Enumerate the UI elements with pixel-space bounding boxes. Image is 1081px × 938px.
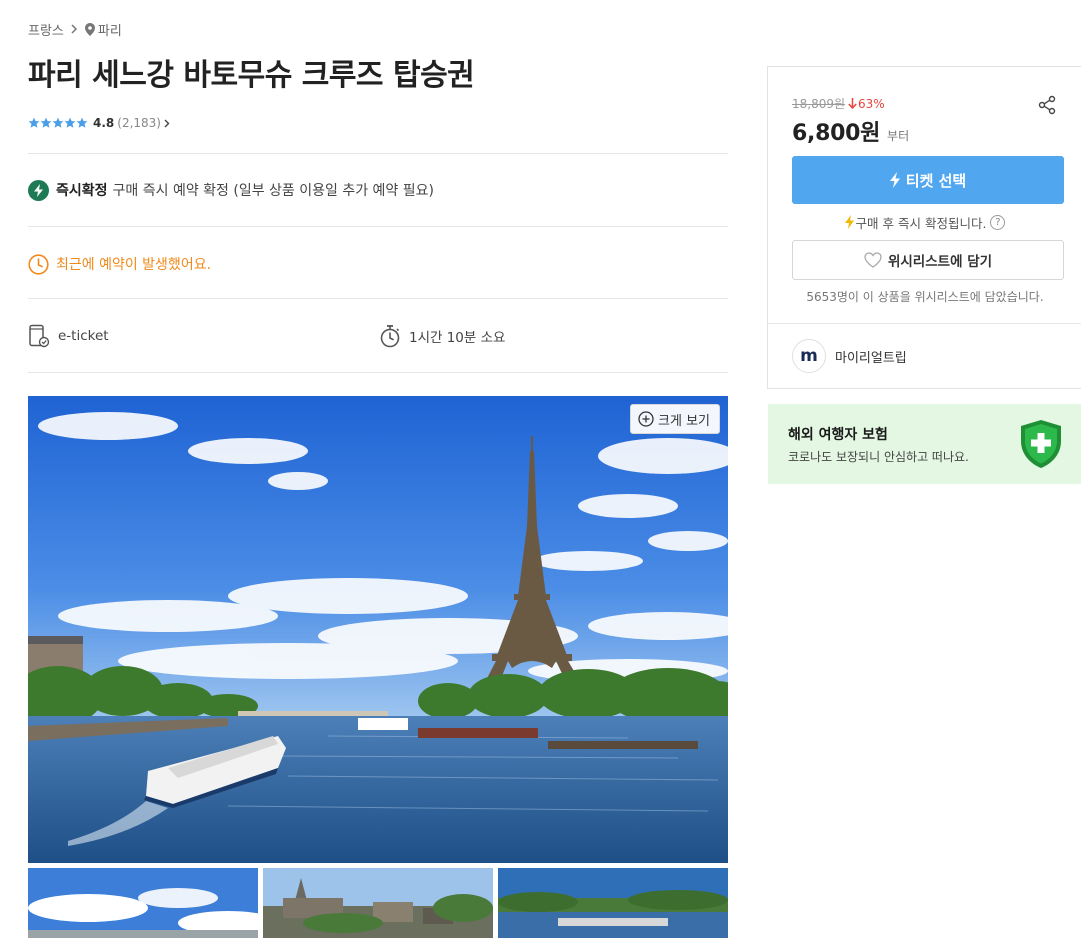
heart-icon — [864, 252, 882, 268]
insurance-subtitle: 코로나도 보장되니 안심하고 떠나요. — [788, 450, 969, 464]
clock-icon — [28, 253, 49, 275]
instant-confirm-note-text: 구매 후 즉시 확정됩니다. — [855, 215, 987, 231]
map-pin-icon — [84, 22, 95, 36]
zoom-button[interactable]: 크게 보기 — [630, 404, 720, 434]
divider — [28, 372, 728, 373]
recent-booking-text: 최근에 예약이 발생했어요. — [56, 257, 212, 273]
insurance-title: 해외 여행자 보험 — [788, 427, 888, 443]
select-ticket-button[interactable]: 티켓 선택 — [792, 156, 1064, 204]
original-price: 18,809원 — [792, 97, 846, 111]
add-to-wishlist-button[interactable]: 위시리스트에 담기 — [792, 240, 1064, 280]
seller-link[interactable]: m 마이리얼트립 — [792, 339, 907, 373]
instant-confirm-desc: 구매 즉시 예약 확정 (일부 상품 이용일 추가 예약 필요) — [112, 183, 434, 199]
mobile-ticket-icon — [28, 324, 50, 348]
add-to-wishlist-label: 위시리스트에 담기 — [887, 254, 993, 270]
star-icon — [64, 117, 76, 128]
photo-eiffel-seine-cruise — [28, 396, 728, 863]
breadcrumb-country[interactable]: 프랑스 — [28, 20, 64, 39]
bolt-icon — [28, 179, 49, 201]
photo-thumbnail — [498, 868, 728, 938]
thumbnail-3[interactable] — [498, 868, 728, 938]
instant-confirm-note: 구매 후 즉시 확정됩니다. ? — [768, 212, 1081, 232]
rating-summary[interactable]: 4.8 (2,183) — [28, 114, 170, 132]
bolt-icon — [844, 215, 854, 229]
ticket-type-text: e-ticket — [58, 328, 109, 344]
recent-booking-notice: 최근에 예약이 발생했어요. — [28, 252, 211, 276]
rating-score: 4.8 — [93, 116, 115, 130]
seller-name: 마이리얼트립 — [835, 350, 907, 366]
shield-plus-icon — [1019, 419, 1063, 473]
page-title: 파리 세느강 바토무슈 크루즈 탑승권 — [28, 58, 475, 93]
plus-circle-icon — [638, 411, 654, 427]
instant-confirm-label: 즉시확정 — [56, 183, 108, 199]
divider — [28, 226, 728, 227]
photo-thumbnail — [28, 868, 258, 938]
photo-thumbnail — [263, 868, 493, 938]
divider — [28, 298, 728, 299]
wishlist-count-text: 5653명이 이 상품을 위시리스트에 담았습니다. — [806, 290, 1044, 304]
star-icon — [76, 117, 88, 128]
thumbnail-1[interactable] — [28, 868, 258, 938]
current-price: 6,800원 — [792, 121, 881, 146]
star-icon — [40, 117, 52, 128]
discount-rate: 63% — [858, 96, 885, 111]
star-icon — [52, 117, 64, 128]
arrow-down-icon — [848, 98, 857, 109]
chevron-right-icon — [164, 119, 170, 128]
bolt-icon — [889, 172, 900, 188]
original-price-row: 18,809원 63% — [792, 95, 885, 112]
star-rating — [28, 117, 88, 129]
select-ticket-label: 티켓 선택 — [905, 171, 967, 190]
discount-badge: 63% — [848, 97, 885, 111]
chevron-right-icon — [71, 24, 78, 34]
review-count: (2,183) — [117, 116, 161, 130]
price-suffix: 부터 — [887, 129, 910, 143]
zoom-label: 크게 보기 — [658, 413, 710, 429]
divider — [768, 323, 1081, 324]
instant-confirm-row: 즉시확정 구매 즉시 예약 확정 (일부 상품 이용일 추가 예약 필요) — [28, 178, 434, 202]
breadcrumb: 프랑스 파리 — [28, 18, 122, 40]
breadcrumb-city[interactable]: 파리 — [98, 20, 122, 39]
help-icon[interactable]: ? — [990, 214, 1006, 230]
thumbnail-2[interactable] — [263, 868, 493, 938]
ticket-type: e-ticket — [28, 324, 109, 348]
seller-logo: m — [792, 339, 826, 373]
share-icon[interactable] — [1037, 95, 1057, 119]
purchase-card: 18,809원 63% 6,800원 부터 티켓 선택 구매 후 즉시 확정됩니… — [767, 66, 1081, 389]
main-product-photo[interactable]: 크게 보기 — [28, 396, 728, 863]
seller-logo-text: m — [800, 346, 818, 366]
stopwatch-icon — [379, 324, 401, 348]
travel-insurance-banner[interactable]: 해외 여행자 보험 코로나도 보장되니 안심하고 떠나요. — [768, 404, 1081, 484]
current-price-row: 6,800원 부터 — [792, 115, 909, 147]
divider — [28, 153, 728, 154]
duration-text: 1시간 10분 소요 — [409, 330, 506, 346]
star-icon — [28, 117, 40, 128]
duration: 1시간 10분 소요 — [379, 324, 505, 348]
